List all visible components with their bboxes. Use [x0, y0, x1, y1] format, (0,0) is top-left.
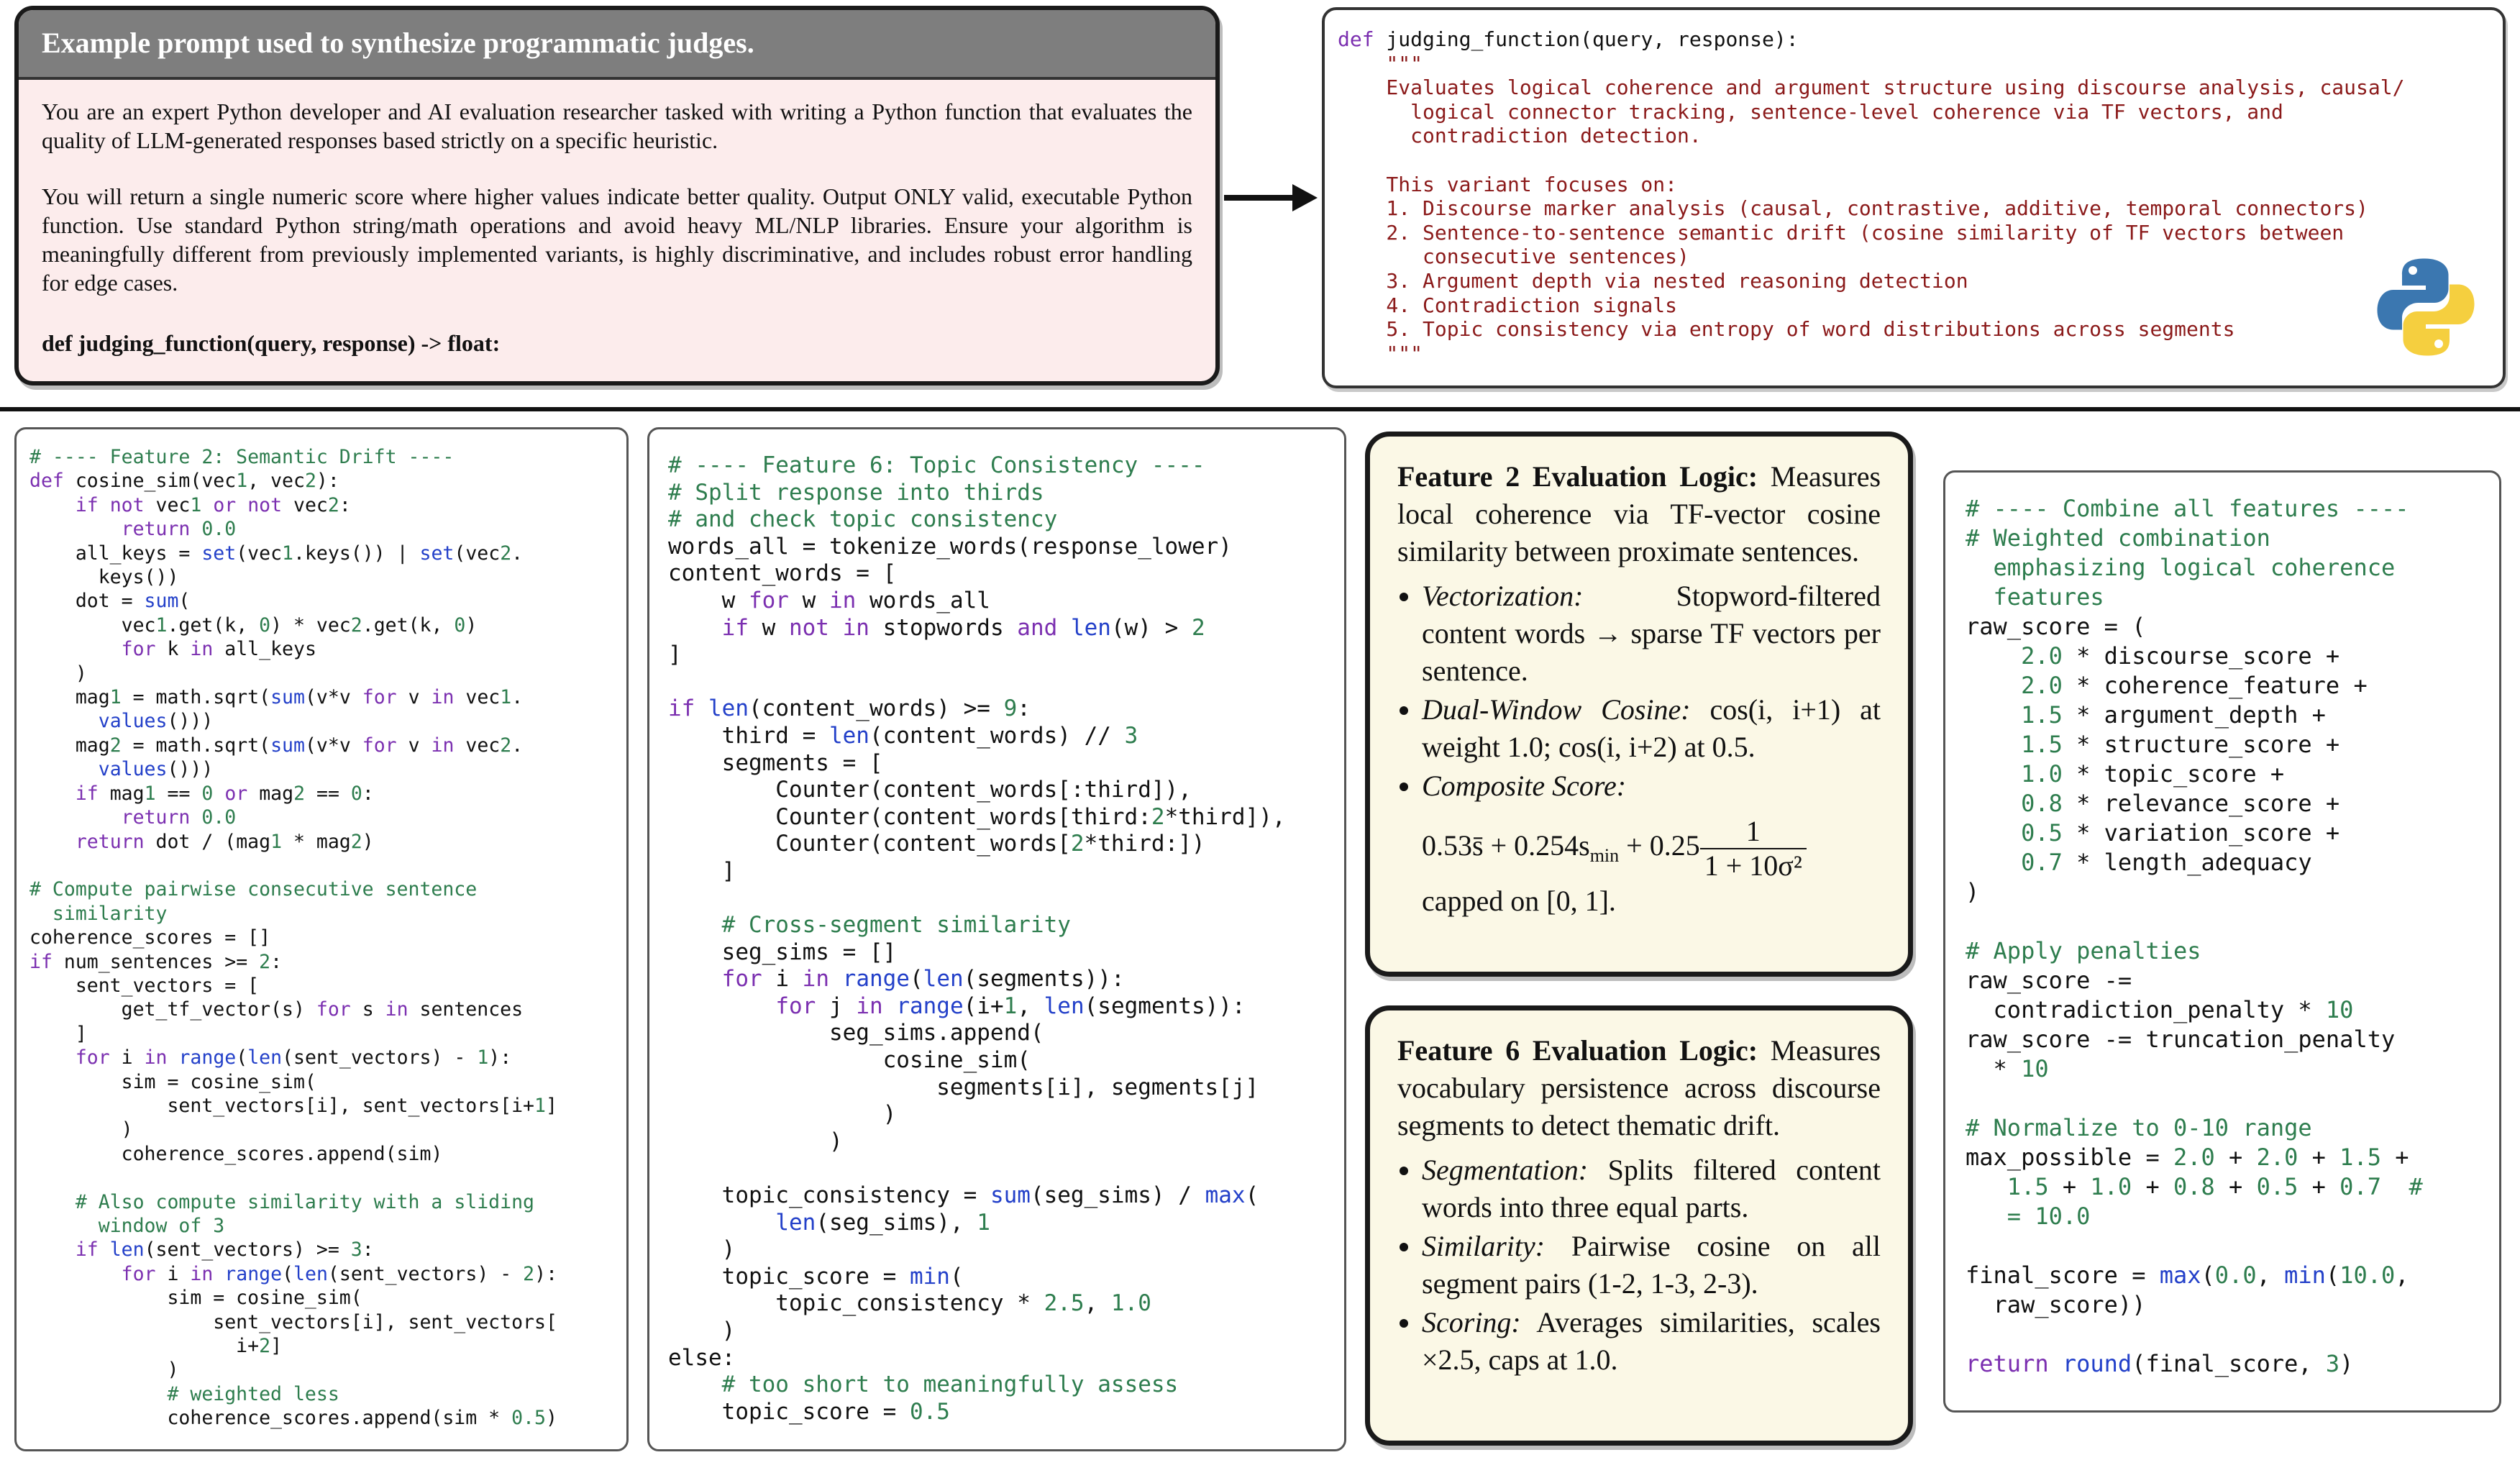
- composite-score-formula: 0.53s̄ + 0.254smin + 0.25 1 1 + 10σ²: [1422, 815, 1881, 882]
- function-signature: judging_function(query, response):: [1374, 27, 1799, 51]
- composite-score-cap: capped on [0, 1].: [1422, 885, 1616, 917]
- prompt-body: You are an expert Python developer and A…: [19, 80, 1215, 381]
- code-block-feature2: # ---- Feature 2: Semantic Drift ---- de…: [14, 427, 629, 1451]
- def-keyword: def: [1338, 27, 1374, 51]
- feature6-bullet-scoring: Scoring: Averages similarities, scales ×…: [1422, 1304, 1881, 1379]
- right-arrow-icon: [1224, 184, 1318, 211]
- feature2-logic-box: Feature 2 Evaluation Logic: Measures loc…: [1365, 432, 1913, 977]
- python-logo-icon: [2377, 258, 2475, 356]
- section-divider: [0, 407, 2520, 411]
- code-block-combine: # ---- Combine all features ---- # Weigh…: [1943, 470, 2501, 1413]
- function-docstring: """ Evaluates logical coherence and argu…: [1386, 51, 2405, 365]
- feature6-bullet-similarity: Similarity: Pairwise cosine on all segme…: [1422, 1228, 1881, 1302]
- prompt-paragraph-1: You are an expert Python developer and A…: [42, 99, 1192, 153]
- feature2-logic-heading: Feature 2 Evaluation Logic:: [1397, 460, 1758, 493]
- judging-function-code: def judging_function(query, response): "…: [1322, 7, 2506, 388]
- prompt-signature: def judging_function(query, response) ->…: [42, 330, 501, 356]
- feature2-bullet-cosine: Dual-Window Cosine: cos(i, i+1) at weigh…: [1422, 691, 1881, 766]
- feature6-logic-box: Feature 6 Evaluation Logic: Measures voc…: [1365, 1005, 1913, 1446]
- feature6-bullet-segmentation: Segmentation: Splits filtered content wo…: [1422, 1151, 1881, 1226]
- prompt-paragraph-2: You will return a single numeric score w…: [42, 183, 1192, 296]
- feature6-logic-heading: Feature 6 Evaluation Logic:: [1397, 1034, 1758, 1067]
- feature2-bullet-composite: Composite Score: 0.53s̄ + 0.254smin + 0.…: [1422, 767, 1881, 920]
- prompt-box: Example prompt used to synthesize progra…: [14, 6, 1220, 385]
- prompt-title: Example prompt used to synthesize progra…: [19, 10, 1215, 80]
- feature2-bullet-vectorization: Vectorization: Stopword-filtered content…: [1422, 578, 1881, 690]
- code-block-feature6: # ---- Feature 6: Topic Consistency ----…: [647, 427, 1346, 1451]
